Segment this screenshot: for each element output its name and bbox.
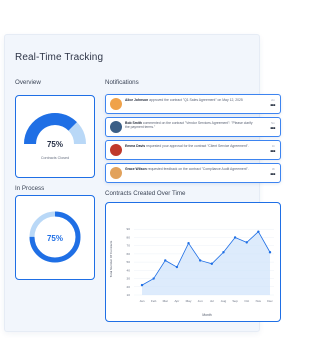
x-tick-label: May — [186, 299, 192, 303]
series-area — [142, 231, 270, 295]
y-tick-label: 70 — [127, 244, 131, 248]
more-options-icon[interactable]: ••• — [270, 149, 275, 155]
avatar — [110, 98, 122, 110]
data-point — [198, 259, 202, 262]
contracts-chart: Total Number Of Contracts Month 10 20 30 40… — [109, 227, 274, 317]
y-tick-label: 80 — [127, 235, 131, 239]
notification-message: requested your approval for the contract… — [146, 144, 249, 148]
data-point — [175, 265, 179, 269]
notification-message: approved the contract "Q1 Sales Agreemen… — [149, 98, 243, 102]
avatar — [110, 167, 122, 179]
data-point — [152, 277, 155, 280]
in-process-percent: 75% — [47, 234, 63, 243]
notification-name: Grace Wilson — [125, 167, 147, 171]
overview-caption: Contracts Closed — [41, 156, 69, 160]
x-tick-label: Jan — [140, 299, 145, 303]
x-tick-label: Oct — [244, 299, 249, 303]
more-options-icon[interactable]: ••• — [270, 172, 275, 178]
notification-time: 2m — [271, 98, 275, 102]
y-tick-label: 60 — [127, 252, 131, 256]
more-options-icon[interactable]: ••• — [270, 103, 275, 109]
notification-text: Grace Wilson requested feedback on the c… — [125, 167, 257, 171]
x-tick-label: Apr — [174, 299, 179, 303]
notification-item[interactable]: Bob Smith commented on the contract "Ven… — [105, 117, 281, 137]
x-tick-label: Aug — [221, 299, 227, 303]
notification-name: Emma Davis — [125, 144, 146, 148]
x-tick-label: Jun — [198, 299, 203, 303]
data-point — [233, 236, 237, 239]
data-point — [164, 259, 167, 262]
x-tick-label: Nov — [256, 299, 262, 303]
overview-percent: 75% — [47, 140, 63, 149]
overview-heading: Overview — [15, 79, 41, 86]
x-tick-label: Sep — [232, 299, 238, 303]
x-tick-label: Feb — [151, 299, 157, 303]
data-point — [245, 241, 248, 244]
page-title: Real-Time Tracking — [15, 52, 104, 63]
avatar — [110, 121, 122, 133]
y-tick-label: 10 — [127, 293, 131, 297]
notification-message: requested feedback on the contract "Comp… — [147, 167, 249, 171]
notification-text: Emma Davis requested your approval for t… — [125, 144, 257, 148]
y-tick-label: 50 — [127, 260, 131, 264]
data-point — [210, 262, 214, 265]
y-axis-label: Total Number Of Contracts — [109, 240, 113, 277]
overview-card[interactable]: 75% Contracts Closed — [15, 95, 95, 178]
y-tick-label: 40 — [127, 268, 131, 272]
data-point — [268, 251, 272, 254]
data-point — [257, 230, 260, 233]
notification-time: 1h — [271, 144, 275, 148]
notification-item[interactable]: Alice Johnson approved the contract "Q1 … — [105, 94, 281, 114]
x-tick-label: Dec — [267, 299, 273, 303]
data-point — [140, 283, 144, 287]
data-point — [187, 242, 190, 245]
notification-name: Alice Johnson — [125, 98, 149, 102]
in-process-heading: In Process — [15, 185, 45, 192]
overview-gauge: 75% Contracts Closed — [24, 113, 86, 160]
notification-time: 3h — [271, 167, 275, 171]
notification-time: 5m — [271, 121, 275, 125]
y-tick-label: 30 — [127, 277, 131, 281]
x-axis-label: Month — [202, 313, 211, 317]
avatar — [110, 144, 122, 156]
data-point — [222, 251, 225, 254]
notification-text: Alice Johnson approved the contract "Q1 … — [125, 98, 257, 102]
chart-card: Total Number Of Contracts Month 10 20 30 40… — [105, 202, 281, 322]
notification-name: Bob Smith — [125, 121, 142, 125]
x-tick-label: Jul — [210, 299, 214, 303]
notification-item[interactable]: Grace Wilson requested feedback on the c… — [105, 163, 281, 183]
chart-title: Contracts Created Over Time — [105, 190, 186, 197]
notification-message: commented on the contract "Vendor Servic… — [125, 121, 253, 130]
notification-item[interactable]: Emma Davis requested your approval for t… — [105, 140, 281, 160]
more-options-icon[interactable]: ••• — [270, 126, 275, 132]
in-process-ring: 75% — [29, 211, 81, 263]
notification-text: Bob Smith commented on the contract "Ven… — [125, 121, 257, 130]
y-tick-label: 90 — [127, 227, 131, 231]
notifications-heading: Notifications — [105, 79, 139, 86]
x-tick-label: Mar — [163, 299, 168, 303]
y-tick-label: 20 — [127, 285, 131, 289]
in-process-card[interactable]: 75% — [15, 195, 95, 280]
